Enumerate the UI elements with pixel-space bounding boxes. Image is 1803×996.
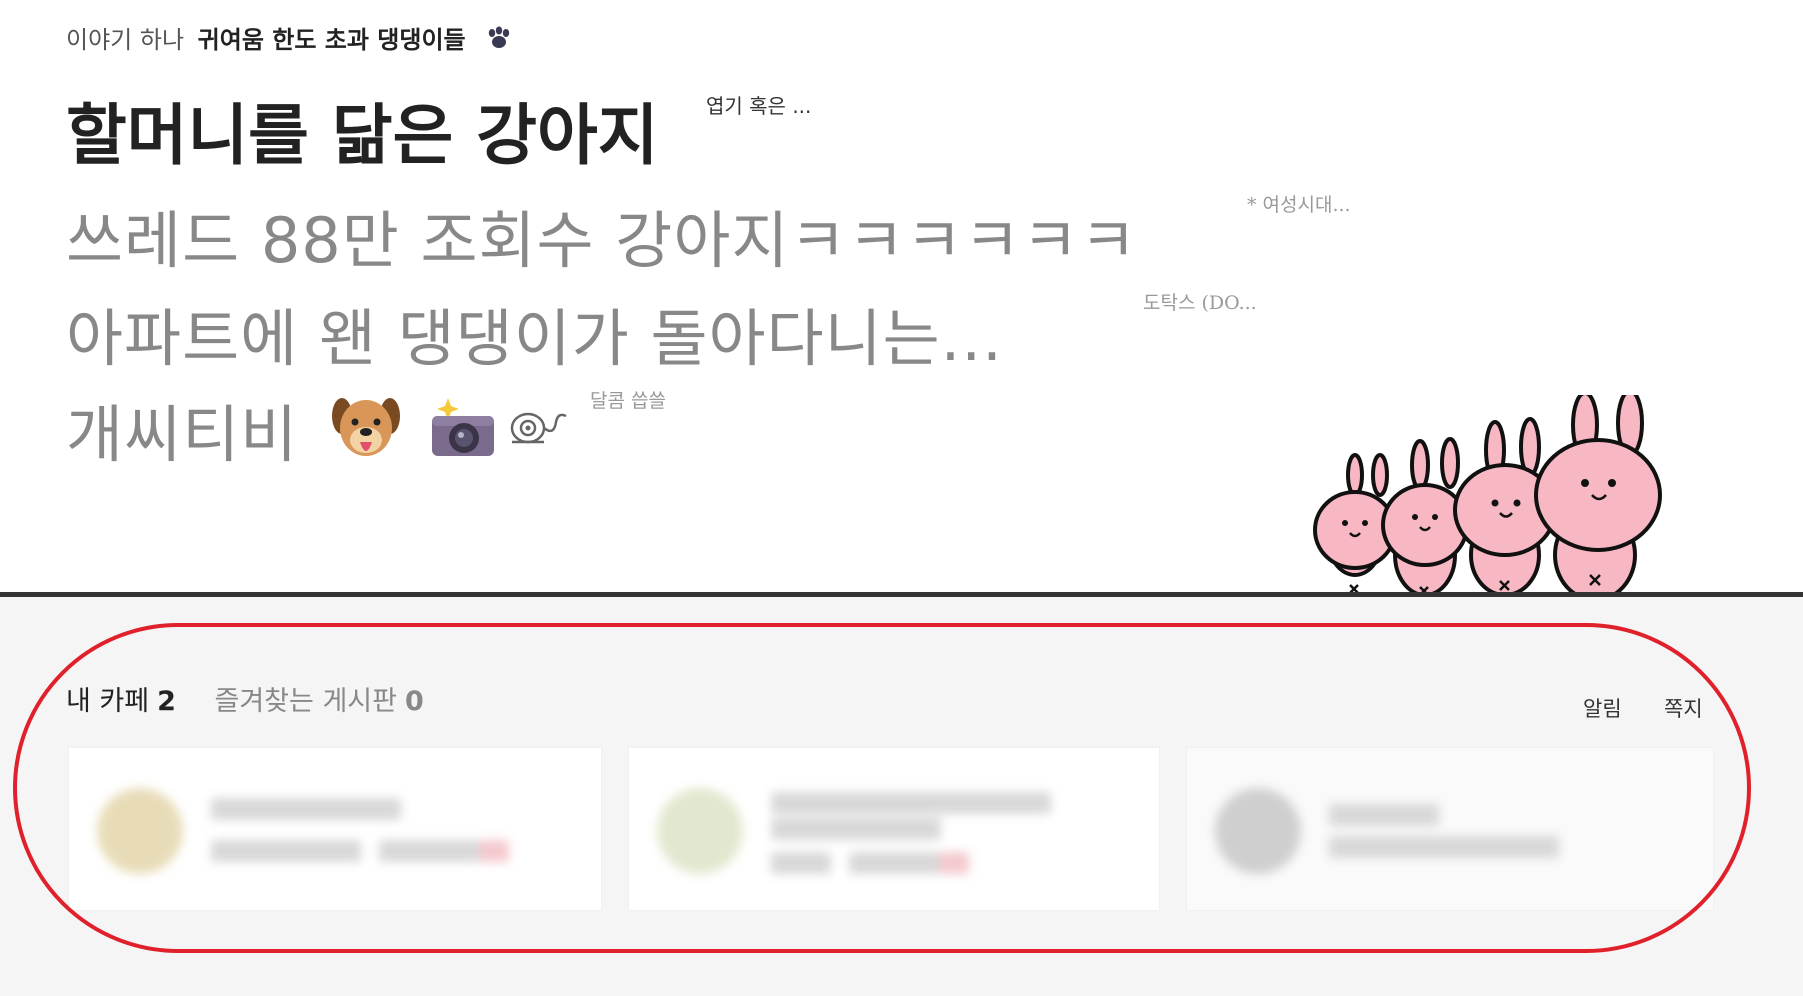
my-cafe-count: 2 <box>157 686 176 717</box>
story-item-source: 달콤 씁쓸 <box>590 390 666 412</box>
cafe-card[interactable] <box>1186 747 1714 911</box>
cafe-thumbnail <box>657 788 743 874</box>
alarm-link[interactable]: 알림 <box>1583 693 1622 723</box>
cafe-thumbnail <box>97 788 183 874</box>
story-section: 이야기 하나 귀여움 한도 초과 댕댕이들 할머니를 닮은 강아지 엽기 혹은 … <box>0 0 1803 595</box>
story-headline[interactable]: 할머니를 닮은 강아지 <box>66 82 658 178</box>
cafe-tabs: 내 카페 2 즐겨찾는 게시판 0 <box>66 679 424 718</box>
story-item-title[interactable]: 아파트에 왠 댕댕이가 돌아다니는... <box>66 288 1003 378</box>
series-prefix: 이야기 하나 <box>66 26 185 54</box>
cafe-card[interactable] <box>68 747 602 911</box>
favorite-boards-label: 즐겨찾는 게시판 <box>214 686 397 717</box>
camera-flash-icon <box>432 398 494 456</box>
my-cafe-panel: 내 카페 2 즐겨찾는 게시판 0 알림 쪽지 <box>0 597 1803 996</box>
bunny-characters-illustration <box>1313 395 1662 595</box>
cafe-card[interactable] <box>628 747 1160 911</box>
story-item-source: * 여성시대... <box>1247 194 1351 216</box>
dog-face-icon <box>332 398 400 456</box>
cctv-icon <box>510 412 567 444</box>
headline-source: 엽기 혹은 ... <box>706 94 812 118</box>
series-line[interactable]: 이야기 하나 귀여움 한도 초과 댕댕이들 <box>66 20 513 56</box>
cafe-thumbnail <box>1215 788 1301 874</box>
my-cafe-label: 내 카페 <box>66 686 150 717</box>
tab-favorite-boards[interactable]: 즐겨찾는 게시판 0 <box>215 686 424 717</box>
favorite-boards-count: 0 <box>404 686 424 717</box>
series-title[interactable]: 귀여움 한도 초과 댕댕이들 <box>198 26 466 54</box>
paw-icon <box>485 26 513 56</box>
story-item-source: 도탁스 (DO... <box>1143 292 1257 314</box>
story-item-title[interactable]: 개씨티비 <box>66 384 298 474</box>
tab-my-cafe[interactable]: 내 카페 2 <box>66 686 185 717</box>
story-item-title[interactable]: 쓰레드 88만 조회수 강아지ㅋㅋㅋㅋㅋㅋ <box>66 190 1138 280</box>
message-link[interactable]: 쪽지 <box>1664 693 1703 723</box>
